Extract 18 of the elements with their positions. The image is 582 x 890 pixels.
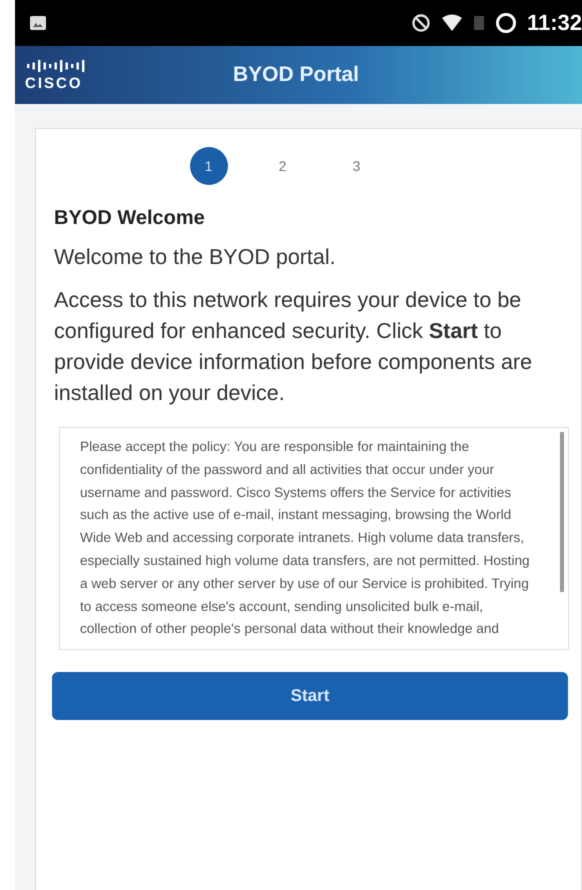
step-indicator: 1 (190, 147, 228, 185)
welcome-text: Welcome to the BYOD portal. (54, 244, 337, 271)
do-not-disturb-icon (410, 13, 431, 33)
start-button[interactable]: Start (52, 672, 568, 720)
status-time: 11:32 (526, 10, 582, 36)
step-indicator: 3 (352, 157, 362, 176)
logo-text: CISCO (25, 74, 83, 92)
circle-icon (494, 12, 517, 34)
page-heading: BYOD Welcome (54, 207, 206, 230)
intro-paragraph: Access to this network requires your device to be configured for enhanced security. Click Start to provide device information before components are installed on your device. (54, 287, 534, 407)
policy-text-box[interactable] (59, 427, 569, 650)
header-title: BYOD Portal (233, 63, 360, 87)
step-indicator: 2 (278, 157, 288, 176)
wifi-icon (440, 14, 463, 32)
signal-icon (472, 14, 485, 32)
bars-logo-icon (25, 58, 87, 72)
policy-text: Please accept the policy: You are responsible for maintaining the confidentiality of the password and all activities that occur under your username and password. Cisco Systems offers the Service for activities such as the active use of e-mail, instant messaging, browsing the World Wide Web and accessing corporate intranets. High volume data transfers, especially sustained high volume data transfers, are not permitted. Hosting a web server or any other server by use of our Service is prohibited. Trying to access someone else's account, sending unsolicited bulk e-mail, collection of other people's personal data without their knowledge and (80, 438, 531, 638)
image-icon (29, 14, 47, 32)
